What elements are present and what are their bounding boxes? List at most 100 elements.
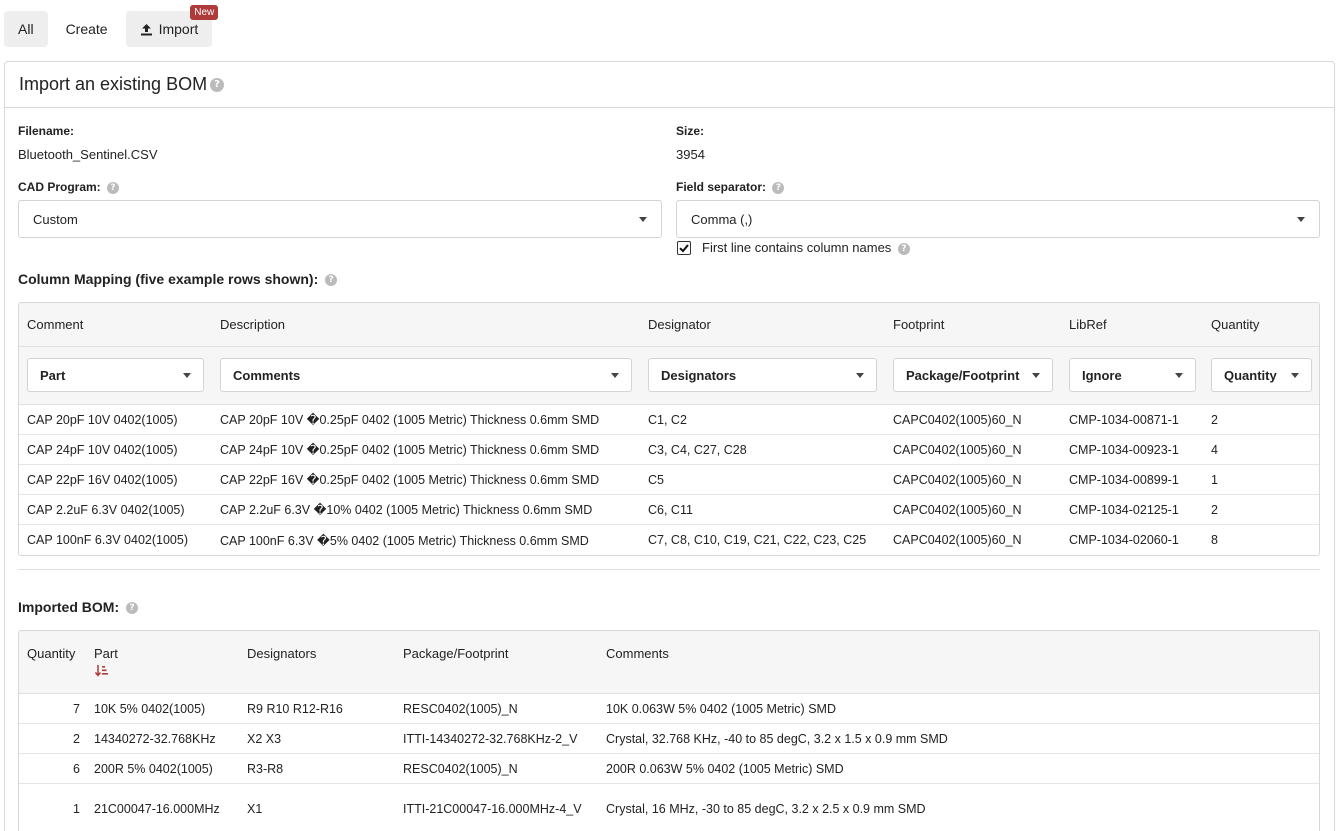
table-cell: CAPC0402(1005)60_N [893, 442, 1022, 457]
column-header-comments[interactable]: Comments [606, 646, 669, 661]
mapping-select-comment[interactable]: Part [27, 358, 204, 392]
table-header: Comment Description Designator Footprint… [19, 303, 1319, 347]
mapping-select-description[interactable]: Comments [220, 358, 632, 392]
column-header-designators: Designators [247, 646, 317, 661]
column-header: Footprint [893, 317, 945, 332]
table-cell: 200R 0.063W 5% 0402 (1005 Metric) SMD [606, 761, 844, 776]
table-cell: 14340272-32.768KHz [94, 731, 216, 746]
tab-import-label: Import [158, 21, 199, 37]
sort-amount-down-icon[interactable] [95, 664, 109, 678]
table-cell: 6 [73, 761, 80, 776]
mapping-select-row: Part Comments Designators Package/Footpr… [19, 347, 1319, 405]
table-cell: C1, C2 [648, 412, 687, 427]
table-row: 1 21C00047-16.000MHz X1 ITTI-21C00047-16… [19, 784, 1319, 831]
table-cell: 2 [1211, 502, 1218, 517]
mapping-select-footprint[interactable]: Package/Footprint [893, 358, 1053, 392]
help-icon[interactable]: ? [126, 602, 138, 615]
table-cell: Crystal, 32.768 KHz, -40 to 85 degC, 3.2… [606, 731, 948, 746]
table-header: Quantity Part Designators Package/Footpr… [19, 631, 1319, 694]
mapping-select-value: Ignore [1082, 367, 1122, 383]
table-cell: 200R 5% 0402(1005) [94, 761, 213, 776]
first-line-label: First line contains column names ? [702, 240, 910, 255]
table-cell: ITTI-21C00047-16.000MHz-4_V [403, 801, 582, 816]
mapping-select-designator[interactable]: Designators [648, 358, 877, 392]
section-divider [18, 569, 1320, 570]
filename-label: Filename: [18, 124, 75, 138]
help-icon[interactable]: ? [897, 242, 910, 255]
help-icon[interactable]: ? [107, 181, 120, 194]
table-cell: CAP 20pF 10V �0.25pF 0402 (1005 Metric) … [220, 413, 600, 427]
table-cell: CAP 2.2uF 6.3V 0402(1005) [27, 502, 185, 517]
table-cell: 1 [73, 801, 80, 816]
table-cell: CAP 2.2uF 6.3V �10% 0402 (1005 Metric) T… [220, 503, 593, 517]
mapping-select-quantity[interactable]: Quantity [1211, 358, 1312, 392]
table-cell: CAPC0402(1005)60_N [893, 533, 1022, 547]
caret-down-icon [1032, 373, 1040, 378]
table-cell: CMP-1034-00899-1 [1069, 472, 1179, 487]
help-icon[interactable]: ? [772, 181, 785, 194]
table-cell: CAP 22pF 16V �0.25pF 0402 (1005 Metric) … [220, 473, 600, 487]
cad-program-value: Custom [33, 211, 78, 227]
table-cell: CAP 24pF 10V �0.25pF 0402 (1005 Metric) … [220, 443, 600, 457]
table-row: 6 200R 5% 0402(1005) R3-R8 RESC0402(1005… [19, 754, 1319, 784]
imported-bom-title: Imported BOM: ? [18, 599, 138, 615]
imported-bom-title-text: Imported BOM: [18, 599, 120, 615]
tab-all[interactable]: All [4, 11, 48, 47]
first-line-label-text: First line contains column names [702, 240, 892, 255]
table-cell: R3-R8 [247, 761, 284, 776]
tab-all-label: All [18, 21, 34, 37]
caret-down-icon [183, 373, 191, 378]
column-header: Quantity [1211, 317, 1260, 332]
caret-down-icon [1175, 373, 1183, 378]
table-cell: 10K 5% 0402(1005) [94, 701, 206, 716]
table-row: CAP 20pF 10V 0402(1005) CAP 20pF 10V �0.… [19, 405, 1319, 435]
cad-program-label-text: CAD Program: [18, 180, 101, 194]
cad-program-select[interactable]: Custom [18, 200, 662, 238]
table-cell: R9 R10 R12-R16 [247, 701, 343, 716]
tab-create-label: Create [65, 21, 108, 37]
table-cell: 4 [1211, 442, 1218, 457]
imported-bom-table: Quantity Part Designators Package/Footpr… [18, 630, 1320, 831]
table-cell: 7 [73, 701, 80, 716]
caret-down-icon [1291, 373, 1299, 378]
table-cell: CMP-1034-00871-1 [1069, 412, 1179, 427]
cad-program-label: CAD Program: ? [18, 180, 120, 194]
help-icon[interactable]: ? [210, 77, 225, 92]
table-cell: CAP 100nF 6.3V 0402(1005) [27, 533, 188, 547]
tab-bar: All Create Import New [4, 5, 219, 47]
table-cell: 10K 0.063W 5% 0402 (1005 Metric) SMD [606, 701, 836, 716]
table-cell: C6, C11 [648, 502, 693, 517]
column-mapping-table: Comment Description Designator Footprint… [18, 302, 1320, 556]
field-separator-value: Comma (,) [691, 211, 753, 227]
column-mapping-title-text: Column Mapping (five example rows shown)… [18, 271, 319, 287]
help-icon[interactable]: ? [325, 274, 338, 287]
table-row: CAP 22pF 16V 0402(1005) CAP 22pF 16V �0.… [19, 465, 1319, 495]
field-separator-select[interactable]: Comma (,) [676, 200, 1320, 238]
table-cell: 2 [1211, 412, 1218, 427]
table-row: CAP 100nF 6.3V 0402(1005) CAP 100nF 6.3V… [19, 525, 1319, 555]
table-cell: CMP-1034-02060-1 [1069, 533, 1179, 547]
first-line-checkbox[interactable] [677, 241, 691, 255]
column-header-part[interactable]: Part [94, 646, 118, 661]
table-cell: CAP 24pF 10V 0402(1005) [27, 442, 178, 457]
column-header: Description [220, 317, 286, 332]
table-cell: X2 X3 [247, 731, 282, 746]
caret-down-icon [639, 217, 647, 222]
table-row: CAP 2.2uF 6.3V 0402(1005) CAP 2.2uF 6.3V… [19, 495, 1319, 525]
field-separator-label-text: Field separator: [676, 180, 767, 194]
mapping-select-value: Designators [661, 367, 737, 383]
table-row: 2 14340272-32.768KHz X2 X3 ITTI-14340272… [19, 724, 1319, 754]
column-header-quantity[interactable]: Quantity [27, 646, 75, 661]
table-cell: CMP-1034-00923-1 [1069, 442, 1179, 457]
table-cell: CAPC0402(1005)60_N [893, 502, 1022, 517]
table-cell: 2 [73, 731, 80, 746]
caret-down-icon [1297, 217, 1305, 222]
tab-import[interactable]: Import New [125, 5, 219, 47]
table-cell: CAP 100nF 6.3V �5% 0402 (1005 Metric) Th… [220, 533, 589, 548]
column-header: Designator [648, 317, 711, 332]
table-cell: CAPC0402(1005)60_N [893, 412, 1022, 427]
panel-header: Import an existing BOM ? [5, 62, 1334, 108]
check-icon [679, 244, 689, 253]
mapping-select-libref[interactable]: Ignore [1069, 358, 1196, 392]
tab-create[interactable]: Create [52, 11, 122, 47]
